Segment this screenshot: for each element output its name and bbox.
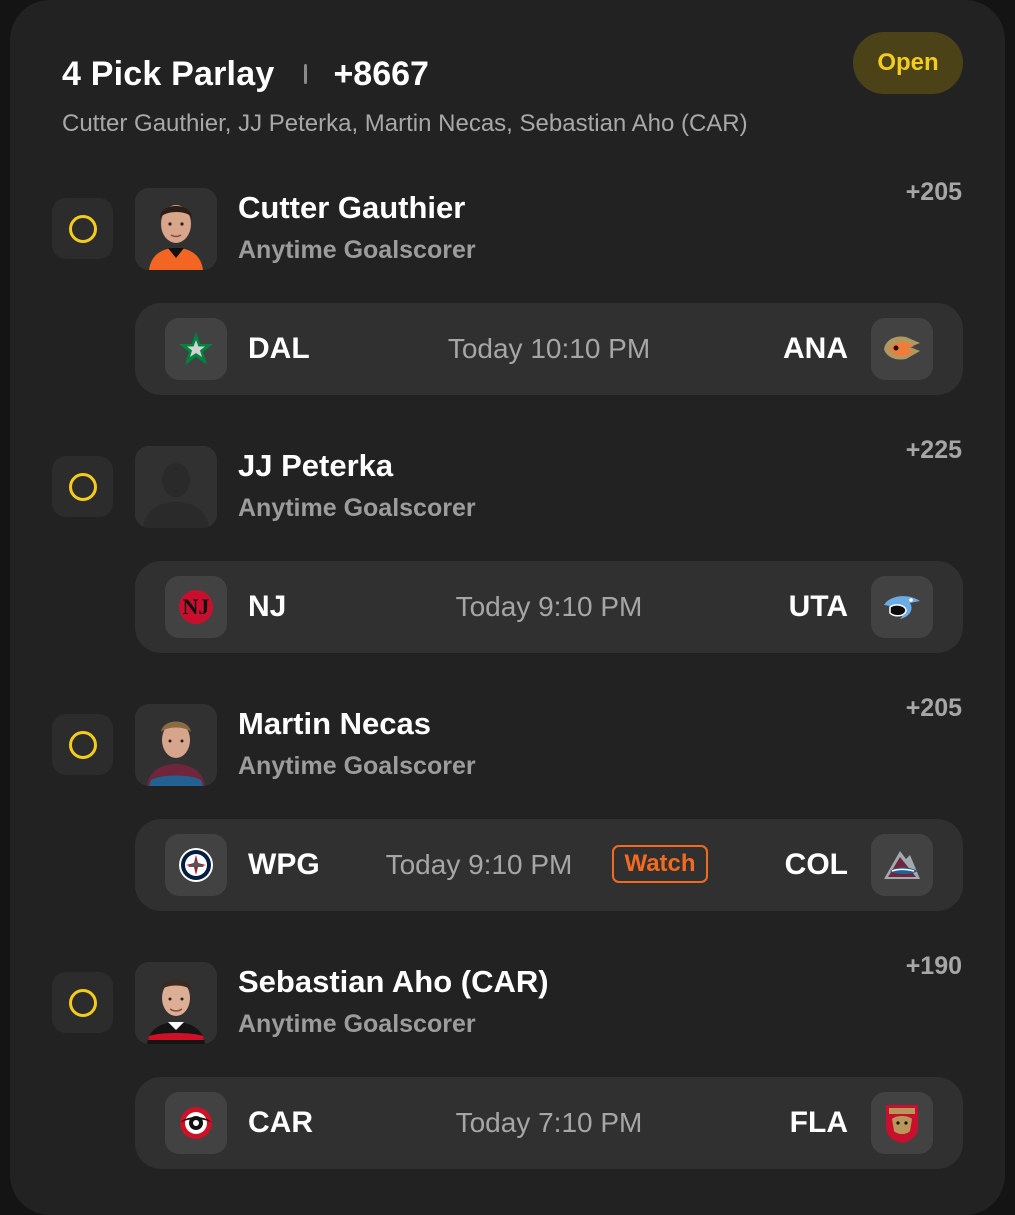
- ducks-logo-icon: [871, 318, 933, 380]
- player-name: Martin Necas: [238, 706, 431, 741]
- player-headshot: [135, 704, 217, 786]
- pick-row: JJ Peterka Anytime Goalscorer +225 NJ NJ…: [0, 436, 1015, 676]
- parlay-legs-summary: Cutter Gauthier, JJ Peterka, Martin Neca…: [62, 110, 748, 137]
- pick-select-toggle[interactable]: [52, 456, 113, 517]
- radio-circle-icon: [68, 988, 97, 1017]
- pick-row: Cutter Gauthier Anytime Goalscorer +205 …: [0, 178, 1015, 418]
- home-team: UTA: [788, 590, 848, 623]
- pick-odds: +205: [905, 694, 962, 722]
- watch-button[interactable]: Watch: [612, 845, 708, 883]
- pick-select-toggle[interactable]: [52, 714, 113, 775]
- radio-circle-icon: [68, 214, 97, 243]
- pick-select-toggle[interactable]: [52, 972, 113, 1033]
- market-label: Anytime Goalscorer: [238, 494, 476, 522]
- radio-circle-icon: [68, 730, 97, 759]
- status-badge: Open: [853, 32, 963, 94]
- player-headshot-placeholder: [135, 446, 217, 528]
- parlay-total-odds: +8667: [333, 54, 429, 93]
- player-name: Sebastian Aho (CAR): [238, 964, 549, 999]
- pick-row: Martin Necas Anytime Goalscorer +205 WPG…: [0, 694, 1015, 934]
- player-name: Cutter Gauthier: [238, 190, 466, 225]
- game-matchup[interactable]: DAL Today 10:10 PM ANA: [135, 303, 963, 395]
- pick-row: Sebastian Aho (CAR) Anytime Goalscorer +…: [0, 952, 1015, 1192]
- pick-odds: +190: [905, 952, 962, 980]
- panthers-logo-icon: [871, 1092, 933, 1154]
- pick-odds: +225: [905, 436, 962, 464]
- parlay-title: 4 Pick Parlay: [62, 54, 275, 93]
- market-label: Anytime Goalscorer: [238, 1010, 476, 1038]
- avalanche-logo-icon: [871, 834, 933, 896]
- market-label: Anytime Goalscorer: [238, 236, 476, 264]
- parlay-header: 4 Pick Parlay +8667 Cutter Gauthier, JJ …: [62, 52, 953, 138]
- game-matchup[interactable]: NJ NJ Today 9:10 PM UTA: [135, 561, 963, 653]
- pick-select-toggle[interactable]: [52, 198, 113, 259]
- title-row: 4 Pick Parlay +8667: [62, 52, 953, 96]
- pick-odds: +205: [905, 178, 962, 206]
- game-matchup[interactable]: WPG Today 9:10 PM Watch COL: [135, 819, 963, 911]
- player-headshot: [135, 188, 217, 270]
- utah-logo-icon: [871, 576, 933, 638]
- player-headshot: [135, 962, 217, 1044]
- player-name: JJ Peterka: [238, 448, 394, 483]
- radio-circle-icon: [68, 472, 97, 501]
- home-team: ANA: [783, 332, 848, 365]
- game-matchup[interactable]: CAR Today 7:10 PM FLA: [135, 1077, 963, 1169]
- title-separator: [304, 64, 308, 84]
- parlay-card: 4 Pick Parlay +8667 Cutter Gauthier, JJ …: [10, 0, 1005, 1215]
- home-team: COL: [784, 848, 848, 881]
- home-team: FLA: [789, 1106, 848, 1139]
- market-label: Anytime Goalscorer: [238, 752, 476, 780]
